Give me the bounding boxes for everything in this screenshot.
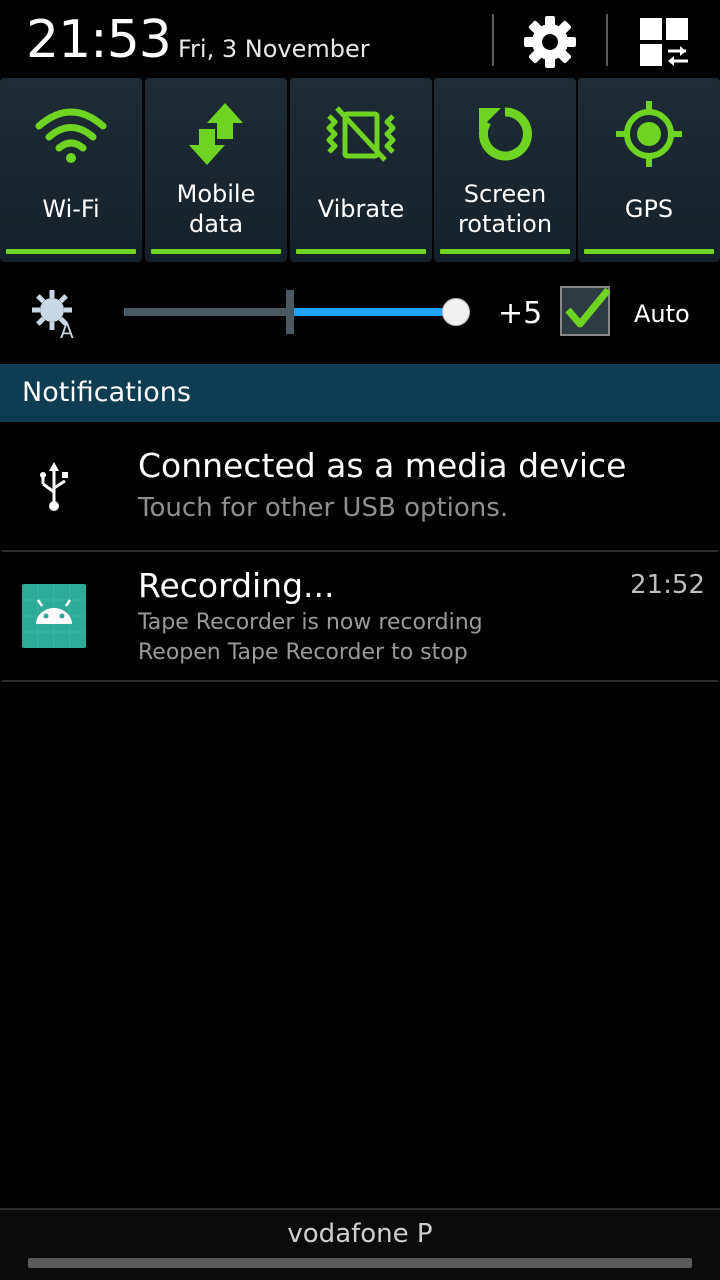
brightness-slider-thumb[interactable] [442,298,470,326]
notification-divider [2,680,718,682]
toggle-label: Vibrate [317,195,405,223]
notification-subtitle: Touch for other USB options. [138,493,509,523]
wifi-icon [35,108,107,163]
notification-title: Recording... [138,566,335,605]
gear-icon [524,16,576,68]
carrier-label: vodafone P [287,1219,433,1249]
gps-icon [616,101,682,167]
toggle-gps[interactable]: GPS [578,78,720,262]
auto-brightness-icon: A [30,288,82,343]
clock: 21:53 [26,10,172,70]
toggle-screen-rotation[interactable]: Screen rotation [434,78,576,262]
notification-title: Connected as a media device [138,446,627,485]
notification-line: Tape Recorder is now recording [138,610,483,635]
header-divider [492,14,494,66]
quick-panel-edit-button[interactable] [636,14,692,70]
auto-brightness-label: Auto [634,300,690,328]
notification-line: Reopen Tape Recorder to stop [138,640,468,665]
toggle-label: Mobile data [176,180,256,238]
notification-time: 21:52 [630,570,705,600]
brightness-slider-fill[interactable] [294,308,454,316]
panel-drag-handle[interactable] [28,1258,692,1268]
brightness-slider-marker [286,290,294,334]
toggle-active-indicator [296,249,426,254]
vibrate-icon [326,106,396,162]
brightness-slider-track[interactable] [124,308,292,316]
toggle-wifi[interactable]: Wi-Fi [0,78,142,262]
svg-text:A: A [60,319,74,340]
date: Fri, 3 November [178,35,370,63]
toggle-mobile-data[interactable]: Mobile data [145,78,287,262]
quick-panel-grid-icon [640,18,688,66]
toggle-label: Screen rotation [457,180,553,238]
toggle-vibrate[interactable]: Vibrate [290,78,432,262]
toggle-active-indicator [584,249,714,254]
toggle-active-indicator [151,249,281,254]
screen-rotation-icon [478,107,532,161]
toggle-active-indicator [440,249,570,254]
checkmark-icon [565,287,610,328]
mobile-data-icon [189,103,243,165]
android-app-icon [22,584,86,648]
auto-brightness-checkbox[interactable] [560,286,610,336]
toggle-label: Wi-Fi [42,195,100,223]
header-divider [606,14,608,66]
toggle-label: GPS [624,195,674,223]
brightness-value: +5 [498,296,543,331]
toggle-active-indicator [6,249,136,254]
settings-button[interactable] [520,12,580,72]
usb-icon [36,462,72,512]
notifications-header: Notifications [22,377,191,408]
